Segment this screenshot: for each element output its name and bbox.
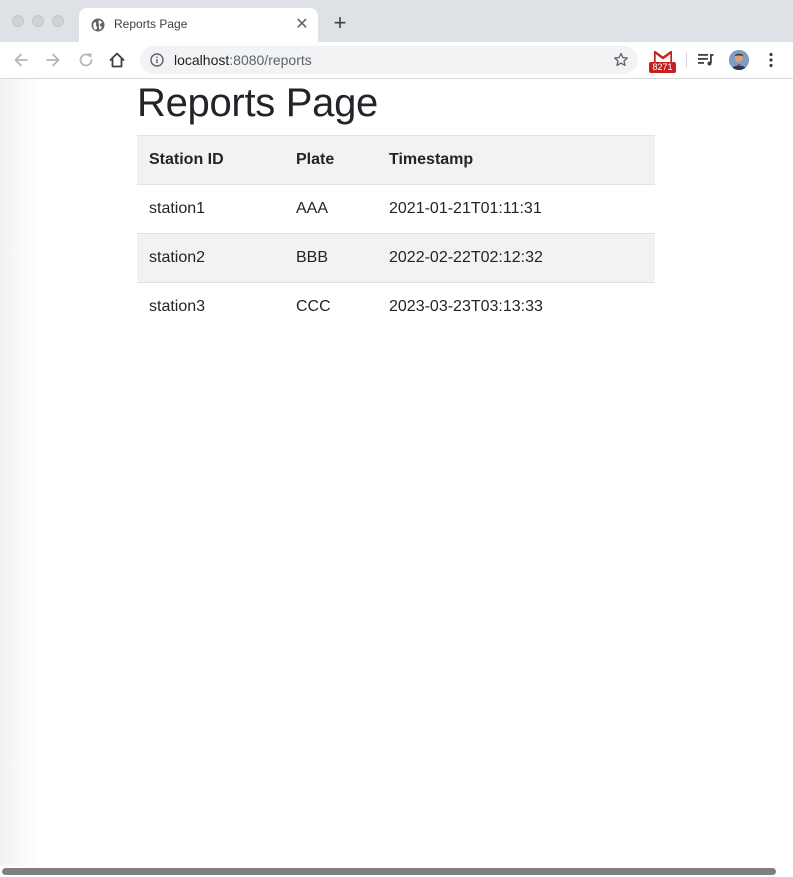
window-maximize-button[interactable] bbox=[52, 15, 64, 27]
gmail-extension-button[interactable]: 8271 bbox=[649, 50, 677, 74]
toolbar-divider bbox=[686, 52, 687, 68]
profile-avatar[interactable] bbox=[729, 50, 749, 70]
url-host: localhost bbox=[174, 52, 230, 68]
cell-timestamp: 2021-01-21T01:11:31 bbox=[377, 184, 655, 234]
column-header-timestamp: Timestamp bbox=[377, 135, 655, 185]
tab-strip: Reports Page ✕ + bbox=[0, 0, 793, 42]
table-row: station1 AAA 2021-01-21T01:11:31 bbox=[137, 184, 655, 234]
window-minimize-button[interactable] bbox=[32, 15, 44, 27]
reload-icon[interactable] bbox=[76, 50, 96, 70]
viewport-edge-shade bbox=[0, 79, 40, 877]
column-header-station-id: Station ID bbox=[137, 135, 284, 185]
window-close-button[interactable] bbox=[12, 15, 24, 27]
globe-icon bbox=[91, 18, 105, 32]
page-viewport: Reports Page Station ID Plate Timestamp … bbox=[0, 79, 793, 877]
url-path: :8080/reports bbox=[229, 52, 312, 68]
info-icon[interactable] bbox=[150, 53, 164, 67]
cell-plate: CCC bbox=[284, 282, 377, 331]
table-row: station2 BBB 2022-02-22T02:12:32 bbox=[137, 233, 655, 283]
cell-plate: BBB bbox=[284, 233, 377, 283]
reports-table: Station ID Plate Timestamp station1 AAA … bbox=[137, 135, 655, 331]
tab-title: Reports Page bbox=[114, 17, 188, 31]
url-text[interactable]: localhost:8080/reports bbox=[174, 52, 312, 68]
back-arrow-icon[interactable] bbox=[11, 50, 31, 70]
tab-close-icon[interactable]: ✕ bbox=[294, 17, 310, 33]
horizontal-scrollbar[interactable] bbox=[0, 866, 793, 877]
tab-reports-page[interactable]: Reports Page ✕ bbox=[79, 8, 318, 42]
browser-window: Reports Page ✕ + localhost:8080/reports bbox=[0, 0, 793, 877]
browser-toolbar: localhost:8080/reports 8271 bbox=[0, 42, 793, 79]
avatar-image bbox=[729, 50, 749, 70]
new-tab-button[interactable]: + bbox=[330, 12, 350, 34]
cell-timestamp: 2022-02-22T02:12:32 bbox=[377, 233, 655, 283]
kebab-menu-icon[interactable] bbox=[763, 51, 779, 69]
forward-arrow-icon[interactable] bbox=[43, 50, 63, 70]
media-control-icon[interactable] bbox=[697, 51, 715, 69]
home-icon[interactable] bbox=[107, 50, 127, 70]
table-row: station3 CCC 2023-03-23T03:13:33 bbox=[137, 282, 655, 331]
address-bar[interactable]: localhost:8080/reports bbox=[140, 46, 638, 74]
cell-station-id: station2 bbox=[137, 233, 284, 283]
cell-station-id: station3 bbox=[137, 282, 284, 331]
gmail-unread-badge: 8271 bbox=[649, 62, 676, 73]
table-header-row: Station ID Plate Timestamp bbox=[137, 135, 655, 185]
page-title: Reports Page bbox=[137, 81, 378, 125]
cell-station-id: station1 bbox=[137, 184, 284, 234]
horizontal-scrollbar-thumb[interactable] bbox=[2, 868, 776, 875]
cell-plate: AAA bbox=[284, 184, 377, 234]
column-header-plate: Plate bbox=[284, 135, 377, 185]
bookmark-star-icon[interactable] bbox=[613, 52, 629, 68]
cell-timestamp: 2023-03-23T03:13:33 bbox=[377, 282, 655, 331]
